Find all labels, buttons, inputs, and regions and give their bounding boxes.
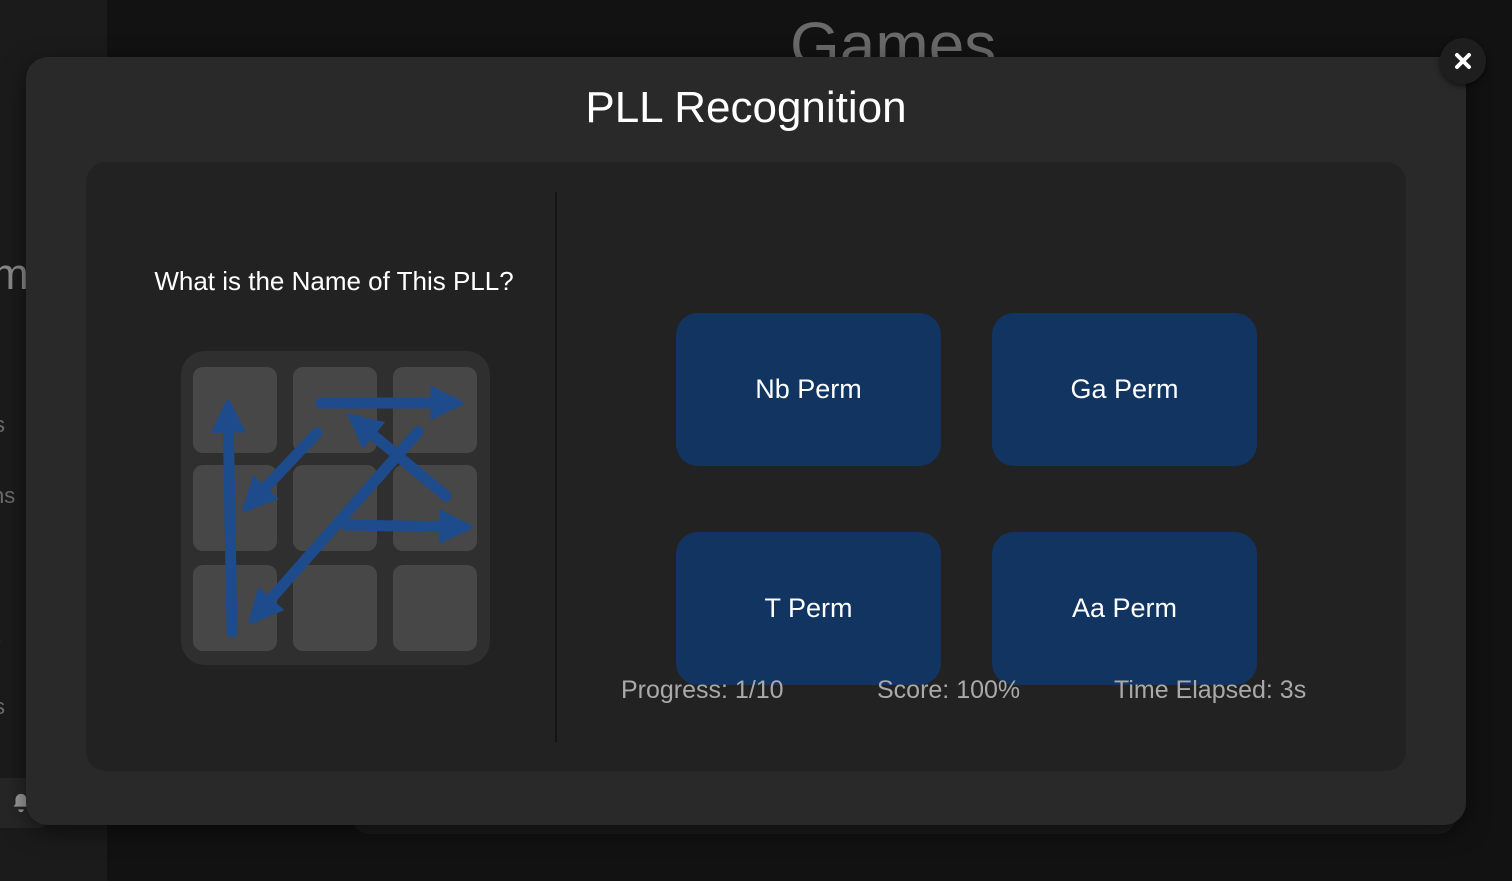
question-text: What is the Name of This PLL? [154, 266, 514, 296]
sidebar-fragment: ns [0, 483, 16, 508]
panel-divider [555, 192, 557, 742]
answer-button-ga-perm[interactable]: Ga Perm [992, 313, 1257, 466]
close-button[interactable] [1440, 38, 1486, 84]
close-icon [1455, 53, 1471, 69]
answer-button-t-perm[interactable]: T Perm [676, 532, 941, 685]
pll-case-image [181, 351, 490, 665]
answer-button-nb-perm[interactable]: Nb Perm [676, 313, 941, 466]
sidebar-fragment: m [0, 250, 29, 299]
modal-title: PLL Recognition [585, 83, 907, 132]
pll-diagram [181, 351, 490, 670]
time-elapsed-indicator: Time Elapsed: 3s [1114, 676, 1307, 704]
score-indicator: Score: 100% [877, 676, 1021, 704]
pll-modal: PLL Recognition What is the Name of This… [26, 57, 1466, 825]
answer-button-aa-perm[interactable]: Aa Perm [992, 532, 1257, 685]
sidebar-fragment: s [0, 412, 5, 438]
sidebar-fragment: . [0, 623, 2, 649]
sidebar-fragment: s [0, 694, 5, 720]
progress-indicator: Progress: 1/10 [621, 676, 784, 704]
game-panel: What is the Name of This PLL? Nb Perm Ga… [86, 162, 1406, 771]
